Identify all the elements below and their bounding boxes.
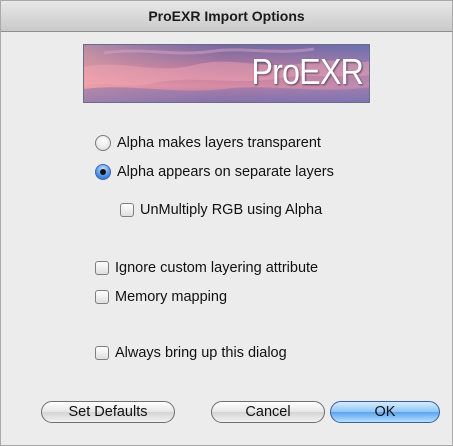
proexr-banner-image: ProEXR: [83, 44, 370, 103]
alpha-separate-option[interactable]: Alpha appears on separate layers: [95, 161, 334, 183]
checkbox-icon[interactable]: [95, 290, 109, 304]
ignore-custom-label: Ignore custom layering attribute: [115, 260, 319, 276]
banner-logo-text: ProEXR: [251, 51, 364, 92]
alpha-transparent-option[interactable]: Alpha makes layers transparent: [95, 132, 321, 154]
cancel-button[interactable]: Cancel: [211, 401, 325, 423]
import-options-dialog: ProEXR Import Options ProEXR Alpha makes…: [0, 0, 453, 446]
always-bring-up-label: Always bring up this dialog: [115, 345, 287, 361]
radio-unselected-icon[interactable]: [95, 135, 111, 151]
window-title: ProEXR Import Options: [1, 1, 452, 32]
checkbox-icon[interactable]: [95, 261, 109, 275]
ok-button[interactable]: OK: [330, 401, 440, 423]
checkbox-icon[interactable]: [95, 346, 109, 360]
memory-mapping-label: Memory mapping: [115, 289, 228, 305]
memory-mapping-option[interactable]: Memory mapping: [95, 286, 227, 308]
unmultiply-label: UnMultiply RGB using Alpha: [140, 202, 323, 218]
unmultiply-option[interactable]: UnMultiply RGB using Alpha: [120, 199, 322, 221]
ignore-custom-option[interactable]: Ignore custom layering attribute: [95, 257, 318, 279]
alpha-separate-label: Alpha appears on separate layers: [117, 164, 334, 180]
alpha-transparent-label: Alpha makes layers transparent: [117, 135, 321, 151]
checkbox-icon[interactable]: [120, 203, 134, 217]
set-defaults-button[interactable]: Set Defaults: [41, 401, 175, 423]
radio-selected-icon[interactable]: [95, 164, 111, 180]
always-bring-up-option[interactable]: Always bring up this dialog: [95, 342, 287, 364]
